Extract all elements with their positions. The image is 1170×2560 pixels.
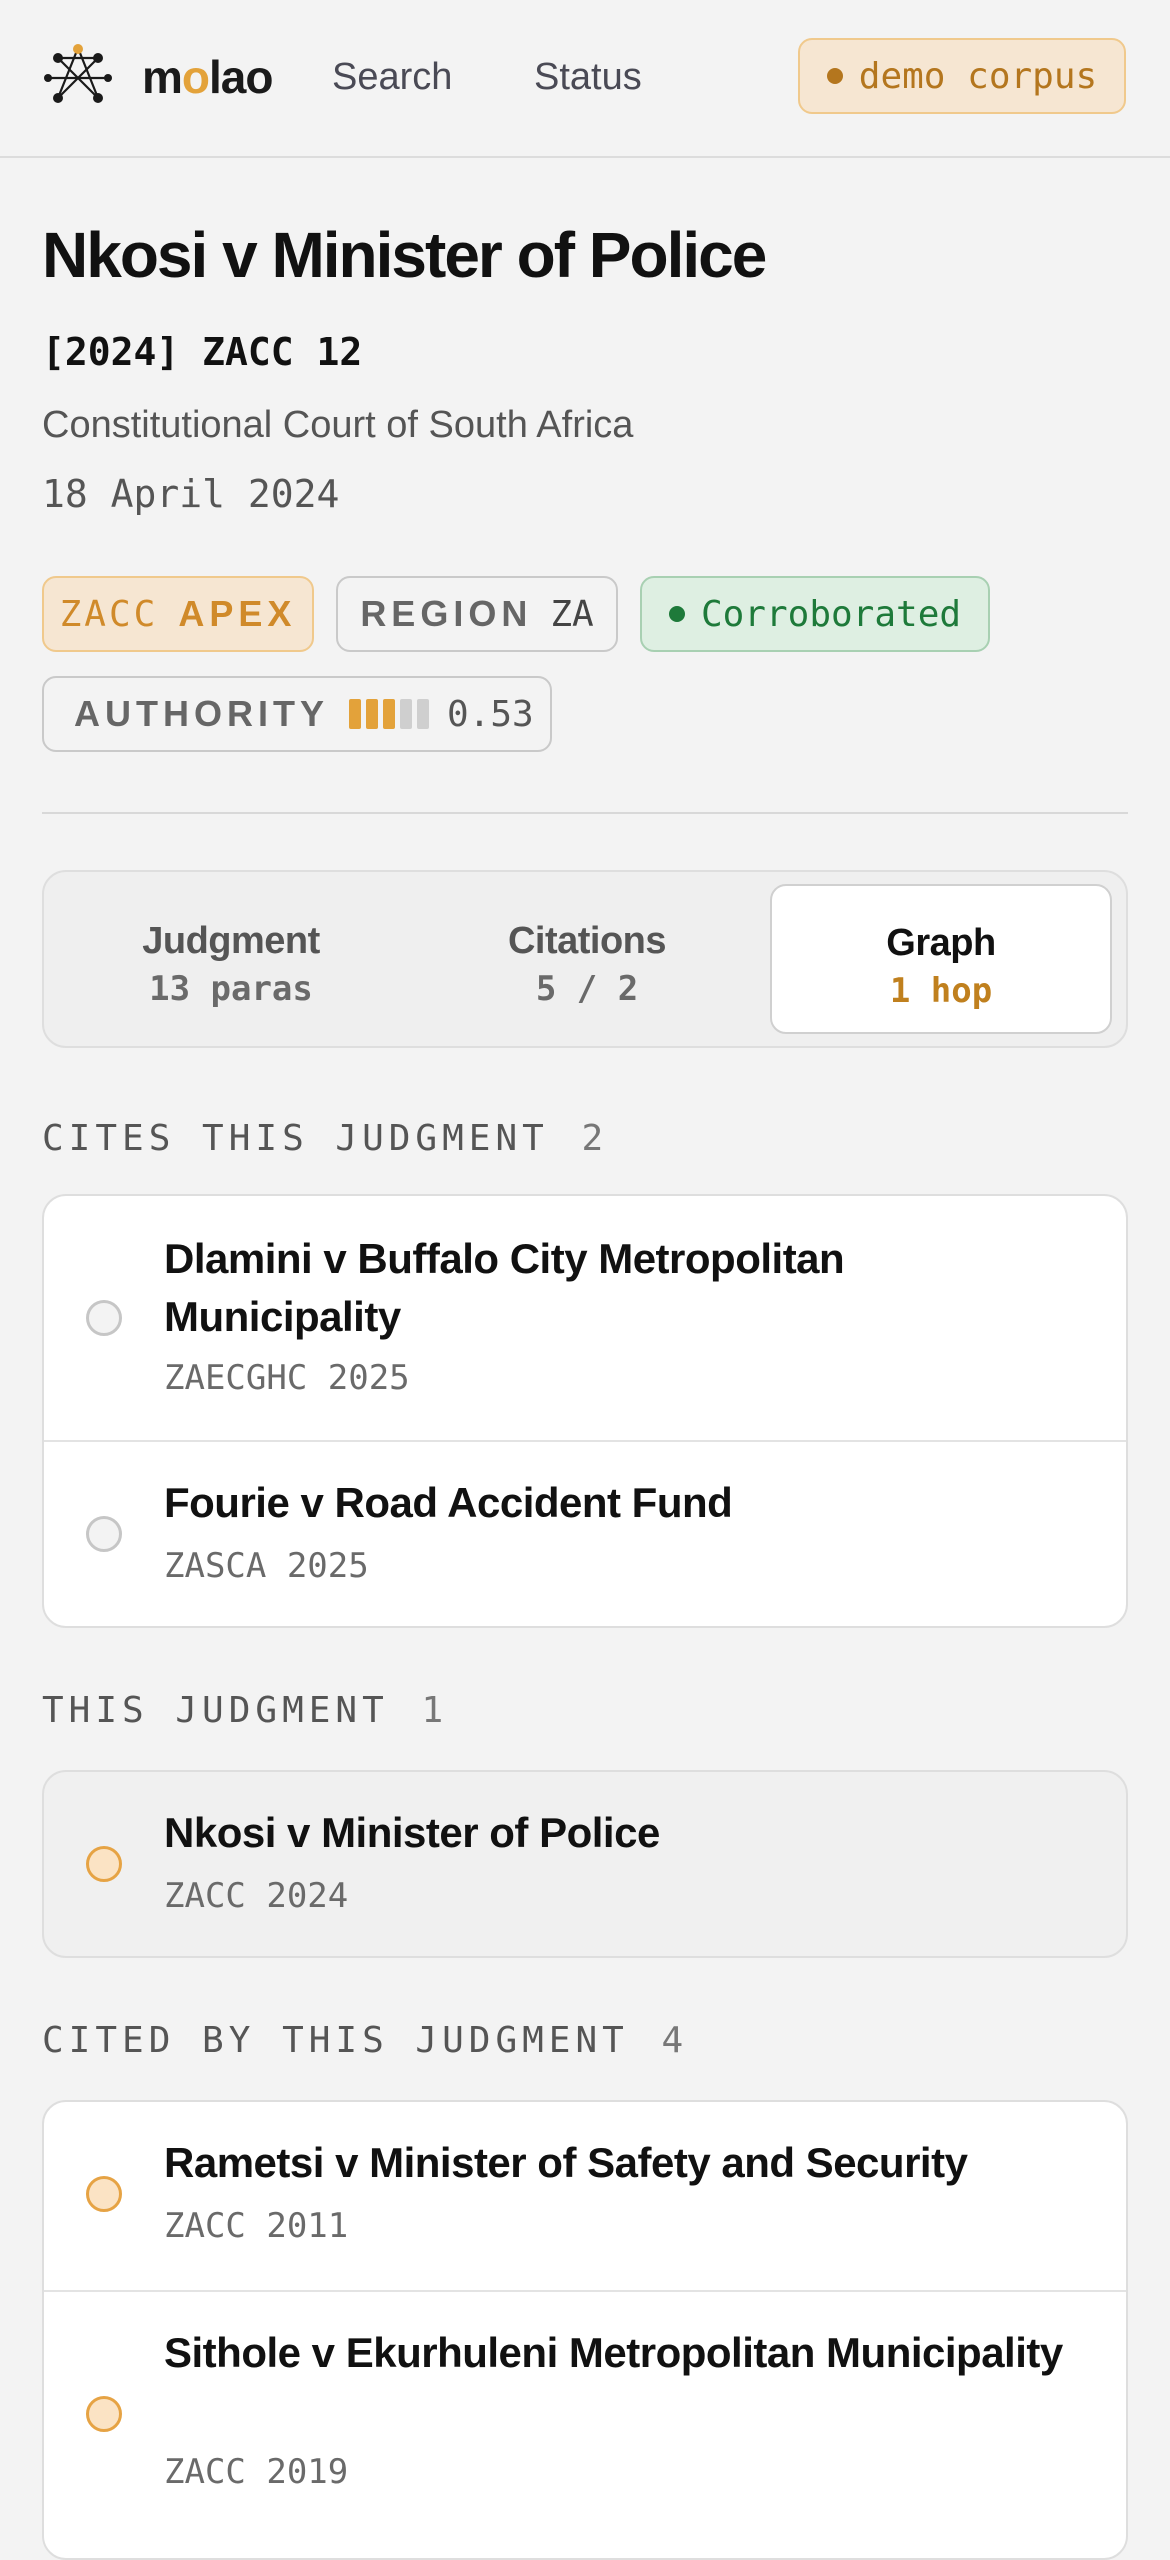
node-marker-icon — [86, 2396, 122, 2432]
tab-sublabel: 1 hop — [889, 971, 993, 1011]
authority-bar — [349, 699, 361, 729]
case-link[interactable]: Sithole v Ekurhuleni Metropolitan Munici… — [164, 2324, 1086, 2382]
authority-bar — [366, 699, 378, 729]
node-marker-icon — [86, 1846, 122, 1882]
tab-sublabel: 13 paras — [149, 969, 313, 1009]
section-title-cited-by: CITED BY THIS JUDGMENT 4 — [42, 2020, 688, 2061]
region-value: ZA — [550, 593, 594, 635]
region-chip: REGION ZA — [336, 576, 618, 652]
list-item[interactable]: Nkosi v Minister of Police ZACC 2024 — [44, 1772, 1126, 1956]
section-title-text: THIS JUDGMENT — [42, 1690, 389, 1731]
section-title-text: CITES THIS JUDGMENT — [42, 1118, 549, 1159]
view-tabs: Judgment 13 paras Citations 5 / 2 Graph … — [42, 870, 1128, 1048]
node-marker-icon — [86, 1300, 122, 1336]
authority-bar — [400, 699, 412, 729]
status-badge: Corroborated — [640, 576, 990, 652]
case-meta: ZACC 2019 — [164, 2452, 349, 2492]
list-item[interactable]: Fourie v Road Accident Fund ZASCA 2025 — [44, 1440, 1126, 1626]
tab-citations[interactable]: Citations 5 / 2 — [416, 884, 758, 1034]
authority-key: AUTHORITY — [74, 693, 329, 734]
list-item[interactable]: Rametsi v Minister of Safety and Securit… — [44, 2102, 1126, 2290]
tab-label: Judgment — [142, 920, 320, 962]
case-link[interactable]: Nkosi v Minister of Police — [164, 1804, 1086, 1862]
nav-status-link[interactable]: Status — [534, 56, 642, 99]
authority-meter — [349, 699, 429, 729]
status-dot-icon — [826, 68, 843, 84]
tab-judgment[interactable]: Judgment 13 paras — [60, 884, 402, 1034]
authority-bar — [383, 699, 395, 729]
corroborated-dot-icon — [668, 606, 685, 622]
brand-name[interactable]: molao — [142, 50, 273, 104]
case-link[interactable]: Dlamini v Buffalo City Metropolitan Muni… — [164, 1230, 1086, 1346]
authority-value: 0.53 — [447, 693, 534, 735]
divider — [42, 812, 1128, 814]
tab-label: Graph — [886, 922, 996, 964]
section-title-cites: CITES THIS JUDGMENT 2 — [42, 1118, 608, 1159]
tab-graph[interactable]: Graph 1 hop — [770, 884, 1112, 1034]
region-key: REGION — [360, 593, 533, 634]
authority-bar — [417, 699, 429, 729]
case-meta: ZACC 2011 — [164, 2206, 349, 2246]
section-count: 1 — [421, 1690, 449, 1731]
court-tier: APEX — [178, 593, 297, 634]
current-case-list: Nkosi v Minister of Police ZACC 2024 — [42, 1770, 1128, 1958]
case-link[interactable]: Rametsi v Minister of Safety and Securit… — [164, 2134, 1086, 2192]
court-name: Constitutional Court of South Africa — [42, 404, 634, 446]
top-bar: molao Search Status demo corpus — [0, 0, 1170, 158]
authority-chip: AUTHORITY 0.53 — [42, 676, 552, 752]
case-link[interactable]: Fourie v Road Accident Fund — [164, 1474, 1086, 1532]
node-marker-icon — [86, 2176, 122, 2212]
case-meta: ZAECGHC 2025 — [164, 1358, 410, 1398]
tab-label: Citations — [507, 920, 667, 962]
page-title: Nkosi v Minister of Police — [42, 219, 767, 291]
case-meta: ZACC 2024 — [164, 1876, 349, 1916]
nav-search-link[interactable]: Search — [332, 56, 452, 99]
status-label: Corroborated — [700, 593, 962, 635]
list-item[interactable]: Sithole v Ekurhuleni Metropolitan Munici… — [44, 2290, 1126, 2540]
section-count: 4 — [661, 2020, 689, 2061]
node-marker-icon — [86, 1516, 122, 1552]
corpus-badge-label: demo corpus — [858, 55, 1098, 97]
section-title-text: CITED BY THIS JUDGMENT — [42, 2020, 629, 2061]
court-tier-chip: ZACC APEX — [42, 576, 314, 652]
case-citation: [2024] ZACC 12 — [42, 330, 363, 374]
citing-cases-list: Dlamini v Buffalo City Metropolitan Muni… — [42, 1194, 1128, 1628]
case-meta: ZASCA 2025 — [164, 1546, 369, 1586]
corpus-badge: demo corpus — [798, 38, 1126, 114]
section-count: 2 — [581, 1118, 609, 1159]
tab-sublabel: 5 / 2 — [535, 969, 639, 1009]
court-code: ZACC — [59, 593, 159, 635]
list-item[interactable]: Dlamini v Buffalo City Metropolitan Muni… — [44, 1196, 1126, 1440]
network-graph-logo-icon[interactable] — [44, 44, 112, 112]
cited-cases-list: Rametsi v Minister of Safety and Securit… — [42, 2100, 1128, 2560]
judgment-date: 18 April 2024 — [42, 472, 340, 516]
section-title-self: THIS JUDGMENT 1 — [42, 1690, 448, 1731]
